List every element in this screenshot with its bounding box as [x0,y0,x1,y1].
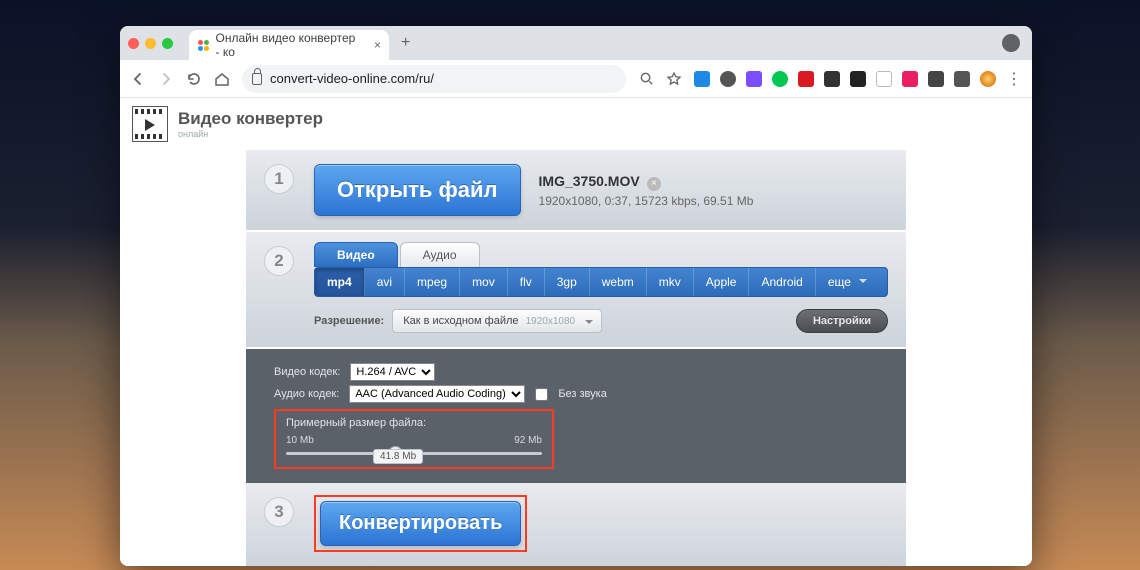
back-icon[interactable] [130,71,146,87]
address-bar[interactable]: convert-video-online.com/ru/ [242,65,626,93]
step-1: 1 Открыть файл IMG_3750.MOV × 1920x1080,… [246,150,906,230]
page-content: Видео конвертер онлайн 1 Открыть файл IM… [120,98,1032,566]
step-3: 3 Конвертировать [246,483,906,566]
url-text: convert-video-online.com/ru/ [270,71,434,86]
mute-checkbox[interactable] [535,388,548,401]
size-min: 10 Mb [286,435,314,446]
step-2: 2 Видео Аудио mp4 avi mpeg mov flv 3gp w… [246,232,906,347]
resolution-dimensions: 1920x1080 [526,316,576,327]
extension-icon[interactable] [798,71,814,87]
extension-icon[interactable] [746,71,762,87]
tab-audio[interactable]: Аудио [400,242,480,267]
format-3gp[interactable]: 3gp [545,268,590,296]
resolution-select[interactable]: Как в исходном файле 1920x1080 [392,309,602,333]
file-info: IMG_3750.MOV × 1920x1080, 0:37, 15723 kb… [539,173,754,208]
extension-icon[interactable] [954,71,970,87]
browser-toolbar: convert-video-online.com/ru/ ⋮ [120,60,1032,98]
extension-icon[interactable] [876,71,892,87]
window-controls [128,38,173,49]
audio-codec-select[interactable]: AAC (Advanced Audio Coding) [349,385,525,403]
format-avi[interactable]: avi [365,268,405,296]
mute-label: Без звука [558,388,607,400]
audio-codec-label: Аудио кодек: [274,388,339,400]
step-number: 1 [264,164,294,194]
convert-highlight: Конвертировать [314,495,527,552]
format-flv[interactable]: flv [508,268,545,296]
resolution-label: Разрешение: [314,315,384,327]
approx-size-label: Примерный размер файла: [286,417,542,429]
format-mpeg[interactable]: mpeg [405,268,460,296]
media-tabs: Видео Аудио [314,242,888,267]
settings-button[interactable]: Настройки [796,309,888,333]
format-apple[interactable]: Apple [694,268,750,296]
step-number: 2 [264,246,294,276]
convert-button[interactable]: Конвертировать [320,501,521,546]
extensions: ⋮ [694,71,1022,87]
tab-video[interactable]: Видео [314,242,398,267]
format-bar: mp4 avi mpeg mov flv 3gp webm mkv Apple … [314,267,888,297]
video-codec-select[interactable]: H.264 / AVC [350,363,435,381]
puzzle-icon[interactable] [928,71,944,87]
format-more[interactable]: еще [816,268,875,296]
tab-title: Онлайн видео конвертер - ко [216,31,361,59]
file-meta: 1920x1080, 0:37, 15723 kbps, 69.51 Mb [539,194,754,208]
codec-settings: Видео кодек: H.264 / AVC Аудио кодек: AA… [246,349,906,483]
open-file-button[interactable]: Открыть файл [314,164,521,216]
account-menu-icon[interactable] [1002,34,1020,52]
extension-icon[interactable] [694,71,710,87]
size-slider[interactable]: 10 Mb 92 Mb 41.8 Mb [286,435,542,455]
browser-window: Онлайн видео конвертер - ко × + convert-… [120,26,1032,566]
site-title: Видео конвертер [178,109,323,129]
site-header: Видео конвертер онлайн [120,98,1032,150]
maximize-window-icon[interactable] [162,38,173,49]
extension-icon[interactable] [772,71,788,87]
favicon-icon [197,38,210,52]
extension-icon[interactable] [850,71,866,87]
site-logo-icon [132,106,168,142]
reload-icon[interactable] [186,71,202,87]
extension-icon[interactable] [720,71,736,87]
tab-strip: Онлайн видео конвертер - ко × + [120,26,1032,60]
format-mkv[interactable]: mkv [647,268,694,296]
video-codec-label: Видео кодек: [274,366,340,378]
lock-icon [252,73,262,85]
format-android[interactable]: Android [749,268,815,296]
minimize-window-icon[interactable] [145,38,156,49]
format-mov[interactable]: mov [460,268,508,296]
forward-icon[interactable] [158,71,174,87]
star-icon[interactable] [666,71,682,87]
close-window-icon[interactable] [128,38,139,49]
resolution-row: Разрешение: Как в исходном файле 1920x10… [314,309,888,333]
close-tab-icon[interactable]: × [374,38,381,52]
new-tab-button[interactable]: + [401,34,410,52]
extension-icon[interactable] [824,71,840,87]
resolution-value: Как в исходном файле [403,315,518,327]
converter-panel: 1 Открыть файл IMG_3750.MOV × 1920x1080,… [246,150,906,566]
format-mp4[interactable]: mp4 [315,268,365,296]
step-number: 3 [264,497,294,527]
file-name: IMG_3750.MOV [539,173,640,189]
size-max: 92 Mb [514,435,542,446]
size-current: 41.8 Mb [373,449,423,464]
kebab-menu-icon[interactable]: ⋮ [1006,71,1022,87]
search-in-page-icon[interactable] [638,71,654,87]
extension-icon[interactable] [902,71,918,87]
remove-file-icon[interactable]: × [647,177,661,191]
file-size-highlight: Примерный размер файла: 10 Mb 92 Mb 41.8… [274,409,554,469]
home-icon[interactable] [214,71,230,87]
site-subtitle: онлайн [178,129,323,139]
profile-avatar-icon[interactable] [980,71,996,87]
format-webm[interactable]: webm [590,268,647,296]
browser-tab[interactable]: Онлайн видео конвертер - ко × [189,30,389,60]
